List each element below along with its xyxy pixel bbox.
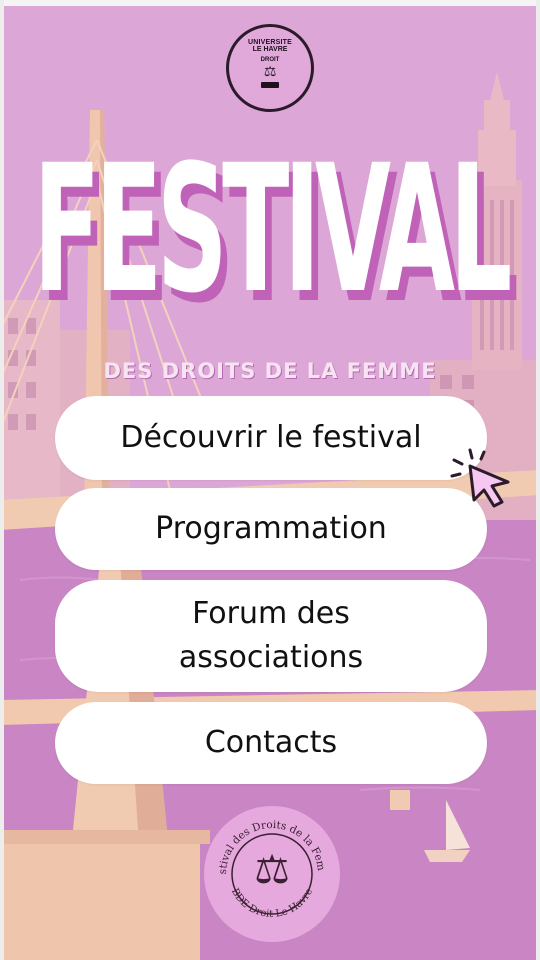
seal-line-1: UNIVERSITE [247, 39, 292, 46]
university-seal-logo: UNIVERSITE LE HAVRE DROIT ⚖ [226, 24, 314, 112]
scales-of-justice-icon: ⚖ [254, 848, 290, 892]
contacts-label: Contacts [204, 725, 338, 760]
forum-associations-button[interactable]: Forum des associations [55, 580, 487, 692]
seal-banner [261, 82, 279, 88]
festival-subtitle: DES DROITS DE LA FEMME [103, 359, 437, 383]
right-frame [536, 0, 540, 960]
programmation-label: Programmation [155, 511, 387, 546]
programmation-button[interactable]: Programmation [55, 488, 487, 570]
seal-line-2: LE HAVRE [252, 46, 288, 53]
bde-seal-logo: Festival des Droits de la Femme BDE Droi… [204, 806, 340, 942]
contacts-button[interactable]: Contacts [55, 702, 487, 784]
festival-title: FESTIVAL [33, 126, 512, 332]
discover-festival-label: Découvrir le festival [120, 420, 422, 455]
top-strip [0, 0, 540, 6]
app-screen: UNIVERSITE LE HAVRE DROIT ⚖ FESTIVAL DES… [0, 0, 540, 960]
scales-of-justice-icon: ⚖ [263, 63, 277, 79]
left-frame [0, 0, 4, 960]
discover-festival-button[interactable]: Découvrir le festival [55, 396, 487, 480]
pointer-click-icon [450, 448, 510, 508]
forum-associations-label: Forum des associations [178, 596, 364, 675]
